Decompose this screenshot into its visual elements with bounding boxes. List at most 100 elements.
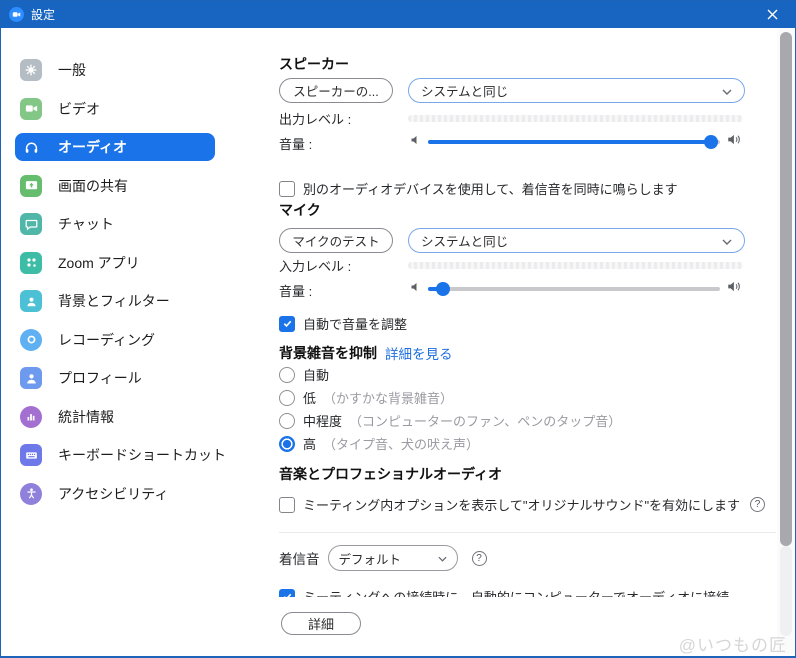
auto-volume-checkbox[interactable] (279, 316, 295, 332)
ringtone-label: 着信音 (279, 548, 320, 568)
output-level-meter (408, 115, 743, 122)
mic-loud-icon (727, 279, 742, 299)
sidebar-item-label: キーボードショートカット (58, 445, 226, 465)
sidebar-item-keyboard-shortcuts[interactable]: キーボードショートカット (15, 441, 215, 469)
speaker-device-dropdown[interactable]: システムと同じ (408, 78, 745, 103)
radio-low-note: （かすかな背景雑音） (323, 388, 453, 407)
sidebar-item-label: チャット (58, 214, 114, 234)
sidebar-item-label: 統計情報 (58, 407, 114, 427)
section-divider (279, 532, 776, 533)
settings-window: 設定 一般 ビデオ オーディオ 画面の共有 (0, 0, 796, 658)
noise-details-link[interactable]: 詳細を見る (385, 343, 453, 363)
music-audio-heading: 音楽とプロフェショナルオーディオ (279, 464, 502, 484)
settings-sidebar: 一般 ビデオ オーディオ 画面の共有 チャット (1, 28, 261, 656)
speaker-volume-thumb[interactable] (704, 135, 718, 149)
window-title: 設定 (31, 6, 55, 23)
sidebar-item-label: プロフィール (58, 368, 142, 388)
separate-ringtone-row: 別のオーディオデバイスを使用して、着信音を同時に鳴らします (279, 179, 678, 198)
speaker-heading: スピーカー (279, 54, 349, 74)
zoom-camera-icon (9, 7, 24, 22)
audio-settings-panel: スピーカー スピーカーの... システムと同じ 出力レベル : 音量 : 別のオ… (279, 28, 778, 657)
radio-high[interactable] (279, 436, 295, 452)
mic-volume-slider (410, 279, 742, 299)
speaker-volume-track[interactable] (428, 140, 720, 144)
auto-volume-label: 自動で音量を調整 (303, 314, 407, 333)
speaker-loud-icon (727, 132, 742, 152)
radio-medium[interactable] (279, 413, 295, 429)
sidebar-item-label: 画面の共有 (58, 176, 128, 196)
radio-high-note: （タイプ音、犬の吠え声） (323, 434, 479, 453)
auto-join-checkbox[interactable] (279, 589, 295, 598)
sidebar-item-background-filters[interactable]: 背景とフィルター (15, 287, 215, 315)
original-sound-row: ミーティング内オプションを表示して"オリジナルサウンド"を有効にします ? (279, 495, 765, 514)
sidebar-item-label: オーディオ (58, 137, 127, 157)
radio-high-label: 高 (303, 434, 316, 453)
speaker-device-value: システムと同じ (421, 81, 508, 100)
noise-suppression-heading: 背景雑音を抑制 (279, 343, 377, 363)
radio-medium-label: 中程度 (303, 411, 342, 430)
speaker-volume-slider (410, 132, 742, 152)
radio-low-label: 低 (303, 388, 316, 407)
titlebar: 設定 (1, 1, 795, 28)
mic-volume-track[interactable] (428, 287, 720, 291)
watermark: @いつもの匠 (679, 631, 787, 656)
sidebar-item-label: ビデオ (58, 99, 100, 119)
sidebar-item-video[interactable]: ビデオ (15, 95, 215, 123)
record-icon (20, 329, 42, 351)
mic-test-button[interactable]: マイクのテスト (279, 228, 393, 253)
keyboard-icon (20, 444, 42, 466)
help-icon[interactable]: ? (750, 497, 765, 512)
sidebar-item-profile[interactable]: プロフィール (15, 364, 215, 392)
advanced-button[interactable]: 詳細 (281, 612, 361, 635)
speaker-quiet-icon (410, 133, 422, 151)
mic-heading: マイク (279, 200, 321, 220)
sidebar-item-label: レコーディング (58, 330, 155, 350)
mic-volume-thumb[interactable] (436, 282, 450, 296)
radio-auto-label: 自動 (303, 365, 329, 384)
sidebar-item-screen-share[interactable]: 画面の共有 (15, 172, 215, 200)
sidebar-item-recording[interactable]: レコーディング (15, 326, 215, 354)
sidebar-item-accessibility[interactable]: アクセシビリティ (15, 480, 215, 508)
auto-volume-row: 自動で音量を調整 (279, 314, 407, 333)
separate-ringtone-label: 別のオーディオデバイスを使用して、着信音を同時に鳴らします (303, 179, 678, 198)
chat-icon (20, 213, 42, 235)
speaker-test-button[interactable]: スピーカーの... (279, 78, 393, 103)
video-icon (20, 98, 42, 120)
sidebar-item-chat[interactable]: チャット (15, 210, 215, 238)
sidebar-item-label: Zoom アプリ (58, 253, 140, 273)
scrollbar[interactable] (777, 28, 794, 654)
mic-volume-label: 音量 : (279, 281, 312, 300)
scrollbar-track[interactable] (780, 546, 792, 636)
background-person-icon (20, 290, 42, 312)
noise-option-low: 低 （かすかな背景雑音） (279, 388, 453, 407)
sidebar-item-audio[interactable]: オーディオ (15, 133, 215, 161)
output-level-label: 出力レベル : (279, 109, 351, 128)
noise-option-high: 高 （タイプ音、犬の吠え声） (279, 434, 479, 453)
profile-icon (20, 367, 42, 389)
mic-device-dropdown[interactable]: システムと同じ (408, 228, 745, 253)
close-icon[interactable] (749, 1, 795, 28)
ringtone-row: 着信音 デフォルト ? (279, 545, 487, 571)
sidebar-item-label: 一般 (58, 60, 86, 80)
original-sound-label: ミーティング内オプションを表示して"オリジナルサウンド"を有効にします (303, 495, 740, 514)
stats-icon (20, 406, 42, 428)
radio-auto[interactable] (279, 367, 295, 383)
sidebar-item-general[interactable]: 一般 (15, 56, 215, 84)
original-sound-checkbox[interactable] (279, 497, 295, 513)
ringtone-dropdown[interactable]: デフォルト (328, 545, 458, 571)
apps-icon (20, 252, 42, 274)
help-icon[interactable]: ? (472, 551, 487, 566)
gear-icon (20, 59, 42, 81)
sidebar-item-zoom-apps[interactable]: Zoom アプリ (15, 249, 215, 277)
input-level-label: 入力レベル : (279, 256, 351, 275)
sidebar-item-statistics[interactable]: 統計情報 (15, 403, 215, 431)
scrollbar-thumb[interactable] (780, 32, 792, 546)
mic-device-value: システムと同じ (421, 231, 508, 250)
radio-low[interactable] (279, 390, 295, 406)
noise-option-auto: 自動 (279, 365, 329, 384)
separate-ringtone-checkbox[interactable] (279, 181, 295, 197)
radio-medium-note: （コンピューターのファン、ペンのタップ音） (349, 411, 621, 430)
chevron-down-icon (722, 84, 732, 98)
sidebar-item-label: 背景とフィルター (58, 291, 170, 311)
chevron-down-icon (438, 551, 447, 565)
